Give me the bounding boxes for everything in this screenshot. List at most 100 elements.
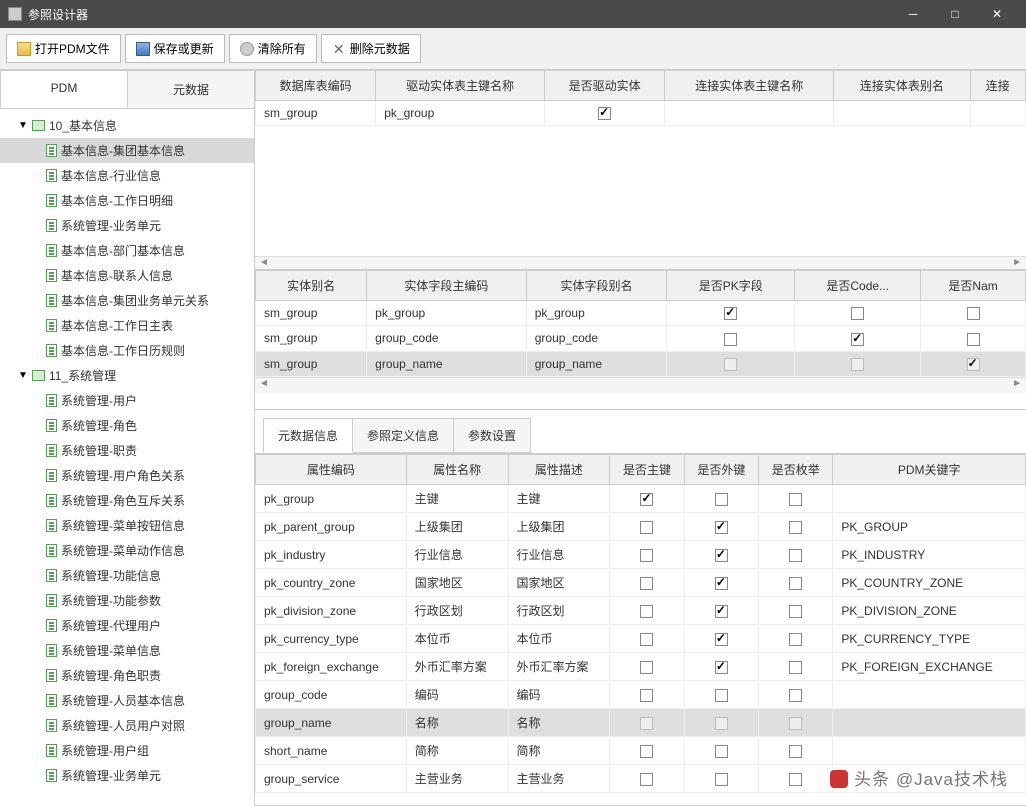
tree-leaf[interactable]: 系统管理-角色职责 xyxy=(0,663,254,688)
clear-all-button[interactable]: 清除所有 xyxy=(229,34,317,63)
table-row[interactable]: pk_foreign_exchange外币汇率方案外币汇率方案PK_FOREIG… xyxy=(256,653,1026,681)
tab-metadata[interactable]: 元数据 xyxy=(127,70,255,108)
table-row[interactable]: pk_industry行业信息行业信息PK_INDUSTRY xyxy=(256,541,1026,569)
column-header[interactable]: 连接 xyxy=(970,71,1025,101)
checkbox[interactable] xyxy=(715,521,728,534)
column-header[interactable]: 实体别名 xyxy=(256,271,367,301)
table-row[interactable]: pk_currency_type本位币本位币PK_CURRENCY_TYPE xyxy=(256,625,1026,653)
tree-leaf[interactable]: 系统管理-人员用户对照 xyxy=(0,713,254,738)
column-header[interactable]: 是否外键 xyxy=(684,455,758,485)
table-row[interactable]: sm_grouppk_group xyxy=(256,101,1026,126)
checkbox[interactable] xyxy=(789,661,802,674)
column-header[interactable]: 是否主键 xyxy=(610,455,684,485)
column-header[interactable]: 是否PK字段 xyxy=(667,271,795,301)
column-header[interactable]: 数据库表编码 xyxy=(256,71,376,101)
checkbox[interactable] xyxy=(715,633,728,646)
save-button[interactable]: 保存或更新 xyxy=(125,34,225,63)
subtab-meta[interactable]: 元数据信息 xyxy=(263,418,353,453)
column-header[interactable]: 实体字段别名 xyxy=(526,271,667,301)
tree-leaf[interactable]: 基本信息-工作日历规则 xyxy=(0,338,254,363)
checkbox[interactable] xyxy=(789,689,802,702)
tree-folder[interactable]: ▼11_系统管理 xyxy=(0,363,254,388)
tree-leaf[interactable]: 系统管理-人员基本信息 xyxy=(0,688,254,713)
checkbox[interactable] xyxy=(851,333,864,346)
scrollbar[interactable] xyxy=(255,377,1026,393)
checkbox[interactable] xyxy=(640,773,653,786)
table-row[interactable]: pk_group主键主键 xyxy=(256,485,1026,513)
table-row[interactable]: pk_division_zone行政区划行政区划PK_DIVISION_ZONE xyxy=(256,597,1026,625)
tree-leaf[interactable]: 系统管理-用户 xyxy=(0,388,254,413)
checkbox[interactable] xyxy=(715,493,728,506)
checkbox[interactable] xyxy=(598,107,611,120)
checkbox[interactable] xyxy=(789,605,802,618)
table-row[interactable]: pk_country_zone国家地区国家地区PK_COUNTRY_ZONE xyxy=(256,569,1026,597)
minimize-button[interactable]: ─ xyxy=(892,0,934,28)
table-row[interactable]: group_name名称名称 xyxy=(256,709,1026,737)
tree-leaf[interactable]: 系统管理-职责 xyxy=(0,438,254,463)
checkbox[interactable] xyxy=(640,633,653,646)
checkbox[interactable] xyxy=(789,745,802,758)
tree-leaf[interactable]: 系统管理-业务单元 xyxy=(0,213,254,238)
column-header[interactable]: 属性描述 xyxy=(508,455,610,485)
checkbox[interactable] xyxy=(715,689,728,702)
table-row[interactable]: sm_groupgroup_codegroup_code xyxy=(256,326,1026,351)
checkbox[interactable] xyxy=(789,549,802,562)
tree-leaf[interactable]: 基本信息-联系人信息 xyxy=(0,263,254,288)
checkbox[interactable] xyxy=(715,577,728,590)
checkbox[interactable] xyxy=(640,521,653,534)
checkbox[interactable] xyxy=(715,745,728,758)
tree-leaf[interactable]: 系统管理-角色 xyxy=(0,413,254,438)
checkbox[interactable] xyxy=(724,333,737,346)
close-button[interactable]: ✕ xyxy=(976,0,1018,28)
tree-leaf[interactable]: 系统管理-菜单信息 xyxy=(0,638,254,663)
column-header[interactable]: 连接实体表主键名称 xyxy=(665,71,834,101)
table-row[interactable]: sm_groupgroup_namegroup_name xyxy=(256,351,1026,376)
tree-leaf[interactable]: 系统管理-角色互斥关系 xyxy=(0,488,254,513)
checkbox[interactable] xyxy=(715,605,728,618)
driver-entity-grid[interactable]: 数据库表编码驱动实体表主键名称是否驱动实体连接实体表主键名称连接实体表别名连接s… xyxy=(255,70,1026,126)
checkbox[interactable] xyxy=(640,661,653,674)
checkbox[interactable] xyxy=(640,549,653,562)
tree-leaf[interactable]: 系统管理-菜单动作信息 xyxy=(0,538,254,563)
table-row[interactable]: group_code编码编码 xyxy=(256,681,1026,709)
table-row[interactable]: pk_parent_group上级集团上级集团PK_GROUP xyxy=(256,513,1026,541)
column-header[interactable]: 实体字段主编码 xyxy=(367,271,527,301)
tree-view[interactable]: ▼10_基本信息基本信息-集团基本信息基本信息-行业信息基本信息-工作日明细系统… xyxy=(0,109,254,806)
column-header[interactable]: PDM关键字 xyxy=(833,455,1026,485)
maximize-button[interactable]: □ xyxy=(934,0,976,28)
tree-folder[interactable]: ▼10_基本信息 xyxy=(0,113,254,138)
tree-leaf[interactable]: 基本信息-集团业务单元关系 xyxy=(0,288,254,313)
checkbox[interactable] xyxy=(789,577,802,590)
tab-pdm[interactable]: PDM xyxy=(0,70,128,108)
column-header[interactable]: 是否驱动实体 xyxy=(545,71,665,101)
column-header[interactable]: 是否Nam xyxy=(921,271,1026,301)
tree-leaf[interactable]: 系统管理-菜单按钮信息 xyxy=(0,513,254,538)
tree-leaf[interactable]: 系统管理-用户组 xyxy=(0,738,254,763)
checkbox[interactable] xyxy=(967,333,980,346)
checkbox[interactable] xyxy=(640,493,653,506)
checkbox[interactable] xyxy=(715,661,728,674)
column-header[interactable]: 是否Code... xyxy=(795,271,921,301)
attribute-grid[interactable]: 属性编码属性名称属性描述是否主键是否外键是否枚举PDM关键字pk_group主键… xyxy=(255,454,1026,793)
checkbox[interactable] xyxy=(789,633,802,646)
tree-leaf[interactable]: 系统管理-代理用户 xyxy=(0,613,254,638)
table-row[interactable]: sm_grouppk_grouppk_group xyxy=(256,301,1026,326)
checkbox[interactable] xyxy=(640,689,653,702)
tree-leaf[interactable]: 系统管理-用户角色关系 xyxy=(0,463,254,488)
tree-leaf[interactable]: 基本信息-工作日明细 xyxy=(0,188,254,213)
tree-leaf[interactable]: 基本信息-工作日主表 xyxy=(0,313,254,338)
table-row[interactable]: short_name简称简称 xyxy=(256,737,1026,765)
tree-leaf[interactable]: 系统管理-业务单元 xyxy=(0,763,254,788)
tree-leaf[interactable]: 基本信息-集团基本信息 xyxy=(0,138,254,163)
column-header[interactable]: 属性编码 xyxy=(256,455,407,485)
tree-leaf[interactable]: 基本信息-行业信息 xyxy=(0,163,254,188)
checkbox[interactable] xyxy=(789,493,802,506)
checkbox[interactable] xyxy=(724,307,737,320)
checkbox[interactable] xyxy=(715,549,728,562)
table-row[interactable]: group_service主营业务主营业务 xyxy=(256,765,1026,793)
entity-field-grid[interactable]: 实体别名实体字段主编码实体字段别名是否PK字段是否Code...是否Namsm_… xyxy=(255,270,1026,377)
subtab-refdef[interactable]: 参照定义信息 xyxy=(352,418,454,453)
scrollbar[interactable] xyxy=(255,256,1026,270)
checkbox[interactable] xyxy=(851,307,864,320)
tree-leaf[interactable]: 基本信息-部门基本信息 xyxy=(0,238,254,263)
